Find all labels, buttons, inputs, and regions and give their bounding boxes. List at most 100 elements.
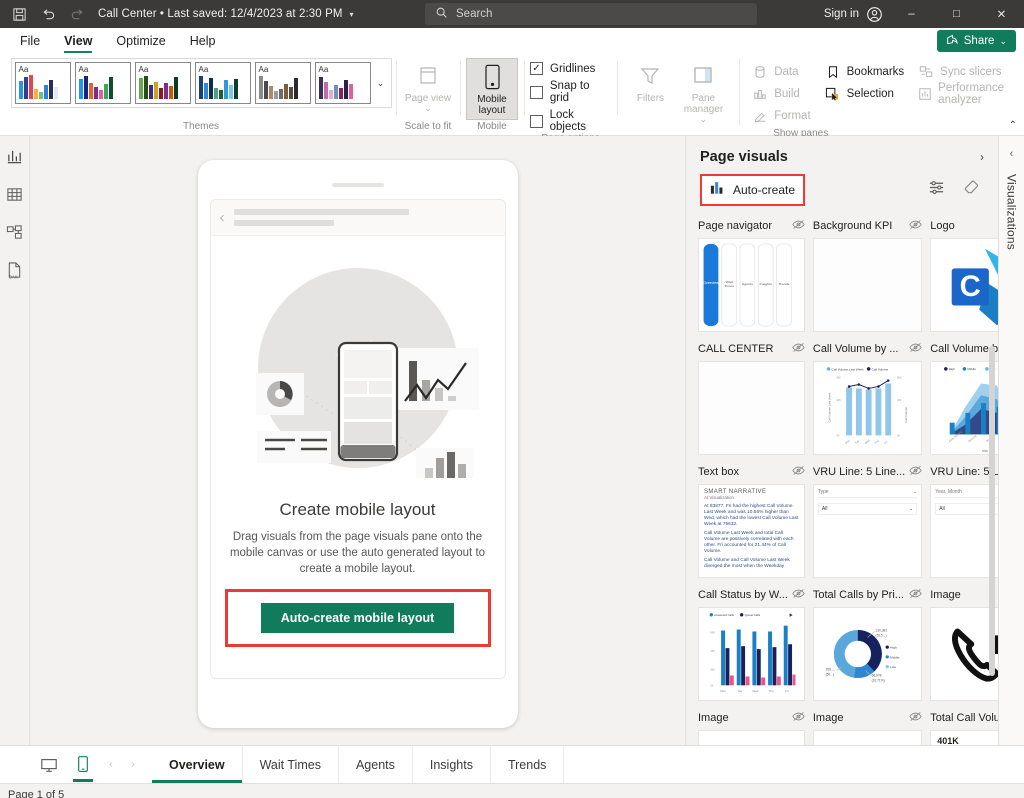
visual-name: Total Call Volume bbox=[930, 712, 998, 724]
show-pane-selection[interactable]: Selection bbox=[825, 84, 905, 104]
menu-item-file[interactable]: File bbox=[8, 28, 52, 55]
visual-card[interactable]: VRU Line: 5 Line... Type ⌄ All ⌄ bbox=[813, 463, 922, 578]
title-dropdown-caret[interactable]: ▾ bbox=[350, 10, 354, 19]
search-input[interactable]: Search bbox=[425, 3, 757, 25]
slicer-label: Type bbox=[818, 489, 829, 495]
sidebar-item-dax-query-view[interactable]: DAX bbox=[3, 258, 27, 282]
page-tab-trends[interactable]: Trends bbox=[491, 746, 564, 783]
visual-thumbnail[interactable]: Call Volume Last Week Call Volume Call V… bbox=[813, 361, 922, 455]
eye-hidden-icon[interactable] bbox=[792, 340, 805, 358]
collapse-ribbon-icon[interactable]: ⌃ bbox=[1009, 120, 1017, 131]
eye-hidden-icon[interactable] bbox=[792, 217, 805, 235]
page-tab-insights[interactable]: Insights bbox=[413, 746, 491, 783]
chevron-down-icon[interactable]: ⌄ bbox=[909, 506, 913, 512]
account-icon[interactable] bbox=[866, 6, 883, 23]
visualizations-pane-tab[interactable]: ‹ Visualizations bbox=[998, 136, 1024, 745]
theme-swatch[interactable]: Aa bbox=[255, 62, 311, 104]
visual-card[interactable]: Text box SMART NARRATIVE AI Visualizatio… bbox=[698, 463, 805, 578]
page-visuals-scrollbar[interactable] bbox=[989, 346, 995, 676]
sidebar-item-model-view[interactable] bbox=[3, 220, 27, 244]
next-page-icon[interactable]: › bbox=[124, 759, 142, 770]
sidebar-item-table-view[interactable] bbox=[3, 182, 27, 206]
menu-item-help[interactable]: Help bbox=[178, 28, 228, 55]
theme-swatch[interactable]: Aa bbox=[15, 62, 71, 104]
eye-hidden-icon[interactable] bbox=[909, 340, 922, 358]
snap-to-grid-checkbox[interactable]: Snap to grid bbox=[530, 80, 611, 104]
visual-thumbnail[interactable]: Overview Wait Times Agents Insights Tren… bbox=[698, 238, 805, 332]
sign-in-label[interactable]: Sign in bbox=[824, 8, 859, 20]
visual-card[interactable]: Call Volume by ... Call Volume Last Week… bbox=[813, 340, 922, 455]
page-tab-overview[interactable]: Overview bbox=[152, 746, 243, 783]
visual-card[interactable]: Total Call Volume 401K Calls (K) bbox=[930, 709, 998, 745]
eye-hidden-icon[interactable] bbox=[792, 709, 805, 727]
slicer-value: All bbox=[822, 506, 828, 512]
save-icon[interactable] bbox=[10, 5, 28, 23]
eye-hidden-icon[interactable] bbox=[909, 586, 922, 604]
visual-card[interactable]: VRU Line: 5 Line... Year, Month ⌄ All ⌄ bbox=[930, 463, 998, 578]
visual-thumbnail[interactable]: High Middle Low Early Morning Morning bbox=[930, 361, 998, 455]
visual-card[interactable]: Image bbox=[813, 709, 922, 745]
chevron-down-icon[interactable]: ⌄ bbox=[913, 489, 917, 495]
visual-thumbnail[interactable]: 401K Calls (K) bbox=[930, 730, 998, 745]
visual-card[interactable]: Logo C bbox=[930, 217, 998, 332]
visual-thumbnail[interactable]: 130,382 (62.5...) 66,978 (16.71%) 206...… bbox=[813, 607, 922, 701]
eye-hidden-icon[interactable] bbox=[792, 463, 805, 481]
menu-item-optimize[interactable]: Optimize bbox=[104, 28, 177, 55]
minimize-button[interactable]: – bbox=[889, 0, 934, 28]
phone-screen[interactable]: ‹ bbox=[210, 199, 506, 679]
undo-icon[interactable] bbox=[39, 5, 57, 23]
visual-thumbnail[interactable] bbox=[698, 361, 805, 455]
eraser-icon[interactable] bbox=[963, 179, 980, 201]
visual-thumbnail[interactable]: Type ⌄ All ⌄ bbox=[813, 484, 922, 578]
eye-hidden-icon[interactable] bbox=[909, 709, 922, 727]
visual-card[interactable]: Call Status by W... Answered Calls Queue… bbox=[698, 586, 805, 701]
share-button[interactable]: Share ⌄ bbox=[937, 30, 1016, 52]
visual-card[interactable]: Call Volume by S... High Middle Low bbox=[930, 340, 998, 455]
gridlines-checkbox[interactable]: ✓ Gridlines bbox=[530, 62, 611, 75]
theme-swatch[interactable]: Aa bbox=[315, 62, 371, 104]
phone-frame: ‹ bbox=[198, 160, 518, 728]
theme-swatch[interactable]: Aa bbox=[195, 62, 251, 104]
visual-thumbnail[interactable] bbox=[930, 607, 998, 701]
theme-swatch[interactable]: Aa bbox=[75, 62, 131, 104]
prev-page-icon[interactable]: ‹ bbox=[102, 759, 120, 770]
visual-card[interactable]: Page navigator Overview Wait bbox=[698, 217, 805, 332]
visual-card[interactable]: Image bbox=[698, 709, 805, 745]
visual-thumbnail[interactable] bbox=[813, 238, 922, 332]
visual-thumbnail[interactable]: Year, Month ⌄ All ⌄ bbox=[930, 484, 998, 578]
visual-card[interactable]: CALL CENTER bbox=[698, 340, 805, 455]
visual-thumbnail[interactable]: Answered Calls Queue Calls 60K 40K 20K 0… bbox=[698, 607, 805, 701]
visual-thumbnail[interactable]: C bbox=[930, 238, 998, 332]
show-pane-bookmarks[interactable]: Bookmarks bbox=[825, 62, 905, 82]
data-icon bbox=[752, 64, 768, 80]
lock-objects-checkbox[interactable]: Lock objects bbox=[530, 109, 611, 133]
visual-card[interactable]: Background KPI bbox=[813, 217, 922, 332]
settings-sliders-icon[interactable] bbox=[928, 179, 945, 201]
chevron-down-icon[interactable]: ⌄ bbox=[374, 78, 388, 89]
chevron-left-icon[interactable]: ‹ bbox=[1010, 148, 1014, 160]
mobile-layout-button[interactable]: Mobile layout bbox=[466, 58, 518, 120]
theme-swatch[interactable]: Aa bbox=[135, 62, 191, 104]
mobile-view-icon[interactable] bbox=[68, 750, 98, 780]
desktop-view-icon[interactable] bbox=[34, 750, 64, 780]
page-tab-wait-times[interactable]: Wait Times bbox=[243, 746, 339, 783]
auto-create-mobile-layout-button[interactable]: Auto-create mobile layout bbox=[261, 603, 455, 633]
view-switcher-rail: DAX bbox=[0, 136, 30, 745]
visual-card[interactable]: Total Calls by Pri... 130,382 bbox=[813, 586, 922, 701]
page-tab-agents[interactable]: Agents bbox=[339, 746, 413, 783]
close-button[interactable]: ✕ bbox=[979, 0, 1024, 28]
auto-create-button[interactable]: Auto-create bbox=[733, 183, 795, 197]
visual-thumbnail[interactable]: SMART NARRATIVE AI Visualization At 8387… bbox=[698, 484, 805, 578]
visual-thumbnail[interactable] bbox=[698, 730, 805, 745]
eye-hidden-icon[interactable] bbox=[909, 463, 922, 481]
visual-thumbnail[interactable] bbox=[813, 730, 922, 745]
themes-gallery[interactable]: Aa Aa bbox=[11, 58, 392, 108]
slicer-dropdown[interactable]: All ⌄ bbox=[818, 503, 917, 515]
sidebar-item-report-view[interactable] bbox=[3, 144, 27, 168]
visual-card[interactable]: Image bbox=[930, 586, 998, 701]
maximize-button[interactable]: □ bbox=[934, 0, 979, 28]
menu-item-view[interactable]: View bbox=[52, 28, 104, 55]
chevron-right-icon[interactable]: › bbox=[980, 150, 984, 164]
eye-hidden-icon[interactable] bbox=[792, 586, 805, 604]
eye-hidden-icon[interactable] bbox=[909, 217, 922, 235]
